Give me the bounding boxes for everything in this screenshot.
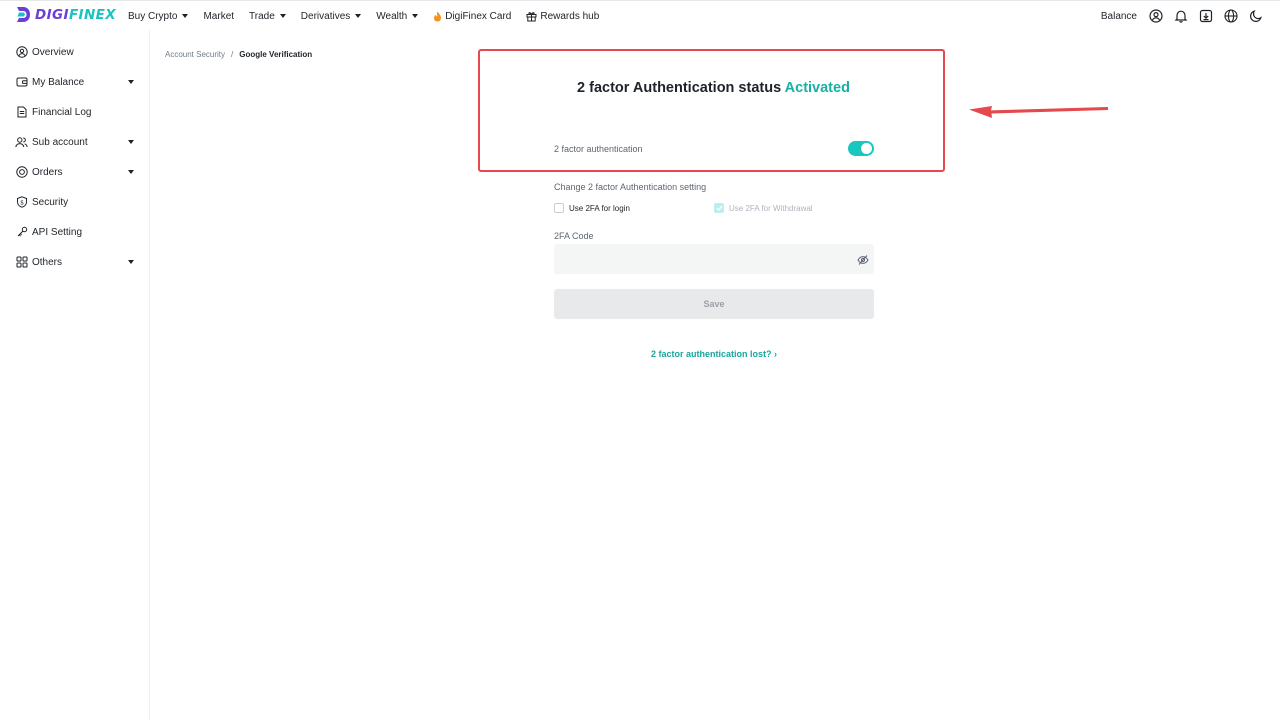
shield-icon: $ <box>15 196 28 209</box>
sidebar-item-security[interactable]: $ Security <box>15 192 137 212</box>
use-2fa-withdrawal-option[interactable]: Use 2FA for Withdrawal <box>714 203 813 213</box>
page-title: 2 factor Authentication status Activated <box>478 80 949 96</box>
caret-down-icon <box>128 170 134 174</box>
account-sidebar: Overview My Balance Financial Log Sub ac… <box>0 30 150 720</box>
2fa-code-label: 2FA Code <box>554 231 594 241</box>
moon-icon[interactable] <box>1248 8 1264 24</box>
nav-label: DigiFinex Card <box>445 10 512 22</box>
caret-down-icon <box>128 140 134 144</box>
status-title-text: 2 factor Authentication status <box>577 80 782 96</box>
nav-label: Buy Crypto <box>128 10 178 22</box>
sidebar-item-label: Security <box>32 196 69 208</box>
nav-rewards-hub[interactable]: Rewards hub <box>526 11 599 22</box>
caret-down-icon <box>128 260 134 264</box>
caret-down-icon <box>355 14 362 18</box>
sidebar-item-label: Sub account <box>32 136 88 148</box>
status-activated-label: Activated <box>784 80 850 96</box>
user-circle-icon <box>15 46 28 59</box>
save-button[interactable]: Save <box>554 289 874 319</box>
sidebar-item-label: Orders <box>32 166 63 178</box>
balance-link[interactable]: Balance <box>1101 11 1137 22</box>
breadcrumb: Account Security / Google Verification <box>165 50 312 59</box>
annotation-highlight-box <box>478 49 945 172</box>
user-icon[interactable] <box>1148 8 1164 24</box>
annotation-arrow-icon <box>969 106 1108 118</box>
sidebar-item-my-balance[interactable]: My Balance <box>15 72 137 92</box>
use-2fa-login-checkbox[interactable] <box>554 203 564 213</box>
toggle-knob <box>861 143 872 154</box>
nav-label: Trade <box>249 10 275 22</box>
caret-down-icon <box>182 14 189 18</box>
users-icon <box>15 136 28 149</box>
sidebar-item-label: API Setting <box>32 226 83 238</box>
2fa-code-input[interactable] <box>554 244 874 274</box>
nav-label: Wealth <box>376 10 408 22</box>
orders-icon <box>15 166 28 179</box>
nav-digifinex-card[interactable]: DigiFinex Card <box>433 11 511 22</box>
gift-icon <box>526 11 537 22</box>
sidebar-item-overview[interactable]: Overview <box>15 42 137 62</box>
nav-wealth[interactable]: Wealth <box>376 10 419 22</box>
eye-off-icon[interactable] <box>857 253 869 265</box>
use-2fa-login-label: Use 2FA for login <box>569 203 630 213</box>
top-navigation-bar: DIGIFINEX Buy Crypto Market Trade Deriva… <box>0 0 1280 30</box>
sidebar-item-sub-account[interactable]: Sub account <box>15 132 137 152</box>
download-icon[interactable] <box>1198 8 1214 24</box>
use-2fa-login-option[interactable]: Use 2FA for login <box>554 203 630 213</box>
breadcrumb-parent[interactable]: Account Security <box>165 50 225 59</box>
sidebar-item-financial-log[interactable]: Financial Log <box>15 102 137 122</box>
two-factor-toggle-label: 2 factor authentication <box>554 144 643 154</box>
document-icon <box>15 106 28 119</box>
bell-icon[interactable] <box>1173 8 1189 24</box>
caret-down-icon <box>128 80 134 84</box>
2fa-lost-link[interactable]: 2 factor authentication lost? › <box>554 349 874 359</box>
nav-label: Derivatives <box>300 10 351 22</box>
caret-down-icon <box>279 14 286 18</box>
sidebar-item-label: Others <box>32 256 63 268</box>
sidebar-item-others[interactable]: Others <box>15 252 137 272</box>
nav-label: Market <box>203 10 235 22</box>
globe-icon[interactable] <box>1223 8 1239 24</box>
use-2fa-withdrawal-label: Use 2FA for Withdrawal <box>729 203 813 213</box>
svg-text:$: $ <box>20 199 24 206</box>
sidebar-item-orders[interactable]: Orders <box>15 162 137 182</box>
header-tools: Balance <box>1101 1 1264 31</box>
main-nav: Buy Crypto Market Trade Derivatives Weal… <box>128 1 614 31</box>
checkmark-icon <box>715 205 723 211</box>
grid-icon <box>15 256 28 269</box>
nav-trade[interactable]: Trade <box>249 11 286 22</box>
fire-icon <box>433 11 442 22</box>
logo-wordmark: DIGIFINEX <box>35 6 117 23</box>
nav-derivatives[interactable]: Derivatives <box>300 10 362 22</box>
sidebar-item-label: Overview <box>32 46 74 58</box>
nav-buy-crypto[interactable]: Buy Crypto <box>128 10 189 22</box>
use-2fa-withdrawal-checkbox[interactable] <box>714 203 724 213</box>
digifinex-logo-mark-icon <box>17 7 30 22</box>
breadcrumb-separator: / <box>231 50 234 59</box>
sidebar-item-label: Financial Log <box>32 106 92 118</box>
sidebar-item-label: My Balance <box>32 76 85 88</box>
breadcrumb-current: Google Verification <box>239 50 313 59</box>
digifinex-logo[interactable]: DIGIFINEX <box>15 6 116 23</box>
nav-market[interactable]: Market <box>203 11 234 22</box>
wallet-icon <box>15 76 28 89</box>
two-factor-toggle[interactable] <box>848 141 874 156</box>
change-setting-label: Change 2 factor Authentication setting <box>554 182 707 192</box>
caret-down-icon <box>412 14 419 18</box>
api-icon <box>15 226 28 239</box>
nav-label: Rewards hub <box>540 10 600 22</box>
sidebar-item-api-setting[interactable]: API Setting <box>15 222 137 242</box>
